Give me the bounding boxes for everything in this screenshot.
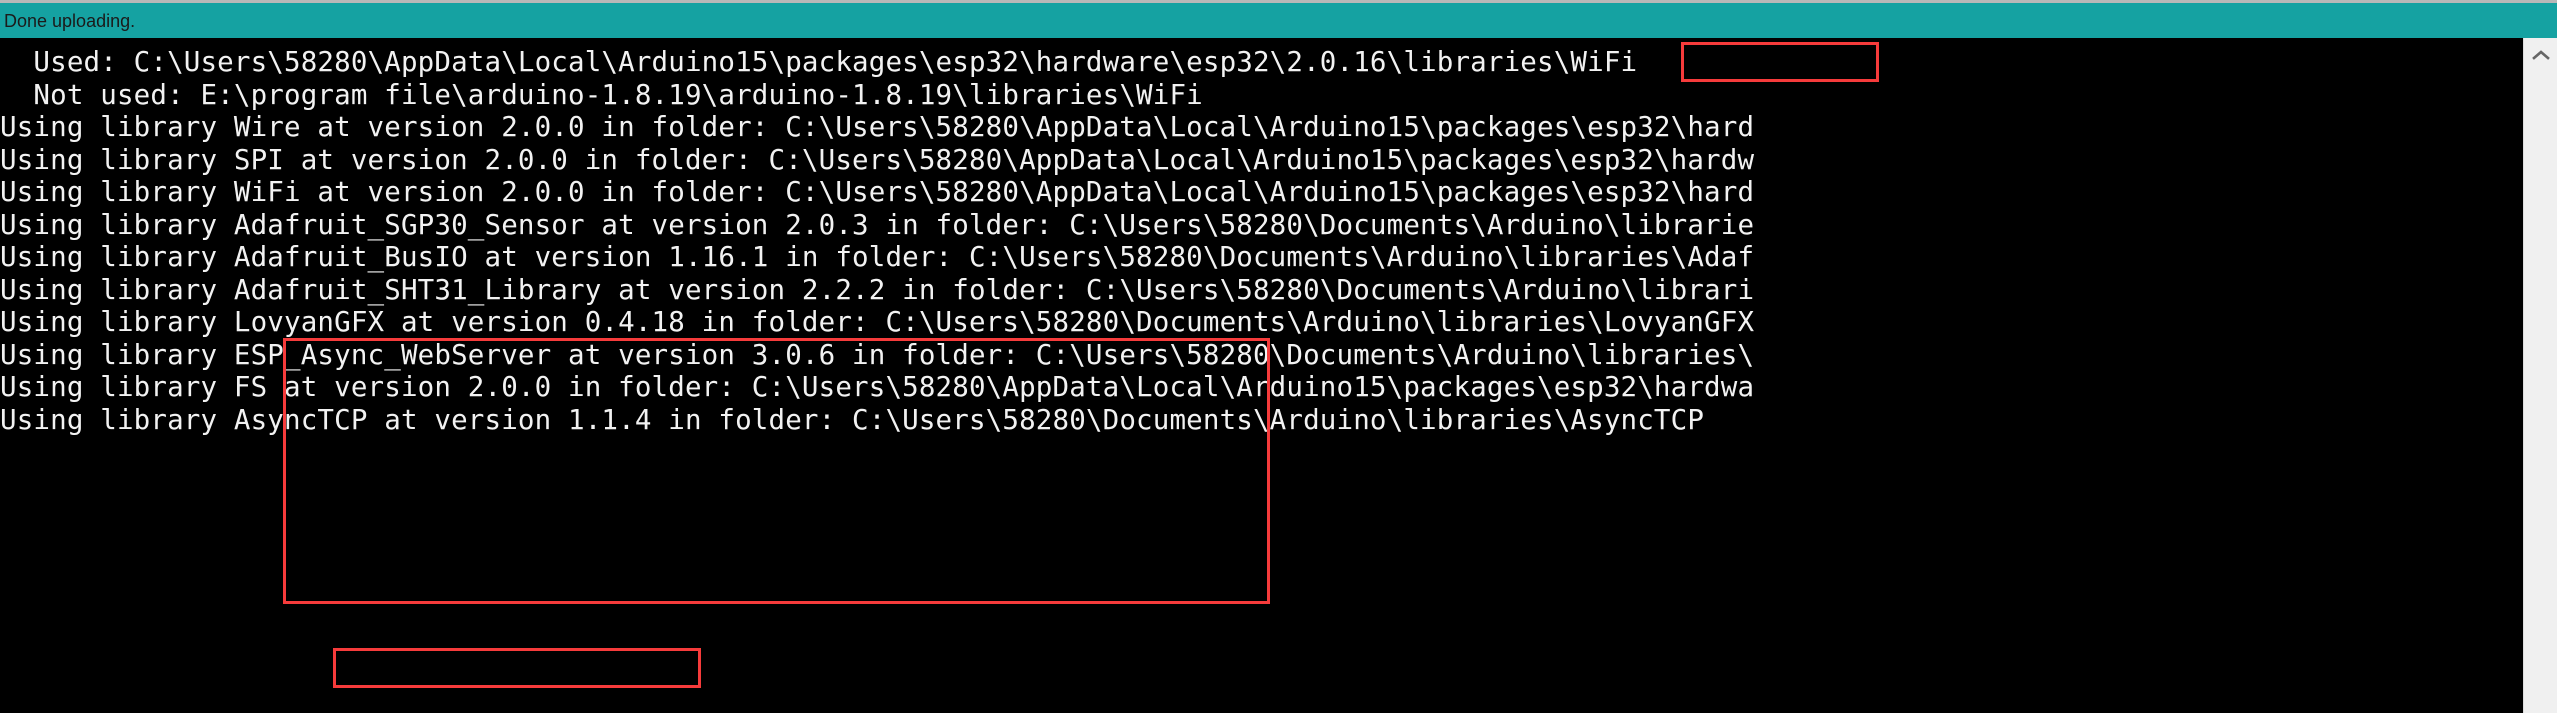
console-line: Using library ESP_Async_WebServer at ver… [0, 338, 1755, 371]
console-output[interactable]: Used: C:\Users\58280\AppData\Local\Ardui… [0, 38, 2523, 713]
console-line: Using library FS at version 2.0.0 in fol… [0, 371, 1755, 403]
chevron-up-icon [2532, 50, 2550, 60]
console-line: Using library Wire at version 2.0.0 in f… [0, 111, 1755, 143]
console-vertical-scrollbar[interactable] [2523, 38, 2557, 713]
console-line: Using library SPI at version 2.0.0 in fo… [0, 143, 1755, 176]
console-line-list: Used: C:\Users\58280\AppData\Local\Ardui… [0, 38, 2523, 436]
scroll-up-button[interactable] [2524, 38, 2557, 72]
console-line: Not used: E:\program file\arduino-1.8.19… [0, 78, 1203, 111]
console-line: Using library AsyncTCP at version 1.1.4 … [0, 403, 1705, 436]
console-line: Using library WiFi at version 2.0.0 in f… [0, 176, 1755, 208]
arduino-ide-output-panel: Done uploading. Used: C:\Users\58280\App… [0, 0, 2557, 713]
upload-status-message: Done uploading. [4, 10, 136, 31]
upload-status-bar: Done uploading. [0, 3, 2557, 38]
console-line: Using library LovyanGFX at version 0.4.1… [0, 306, 1755, 338]
console-line: Used: C:\Users\58280\AppData\Local\Ardui… [0, 46, 1638, 78]
console-line: Using library Adafruit_SGP30_Sensor at v… [0, 208, 1755, 241]
console-line: Using library Adafruit_SHT31_Library at … [0, 273, 1755, 306]
console-line: Using library Adafruit_BusIO at version … [0, 241, 1755, 273]
